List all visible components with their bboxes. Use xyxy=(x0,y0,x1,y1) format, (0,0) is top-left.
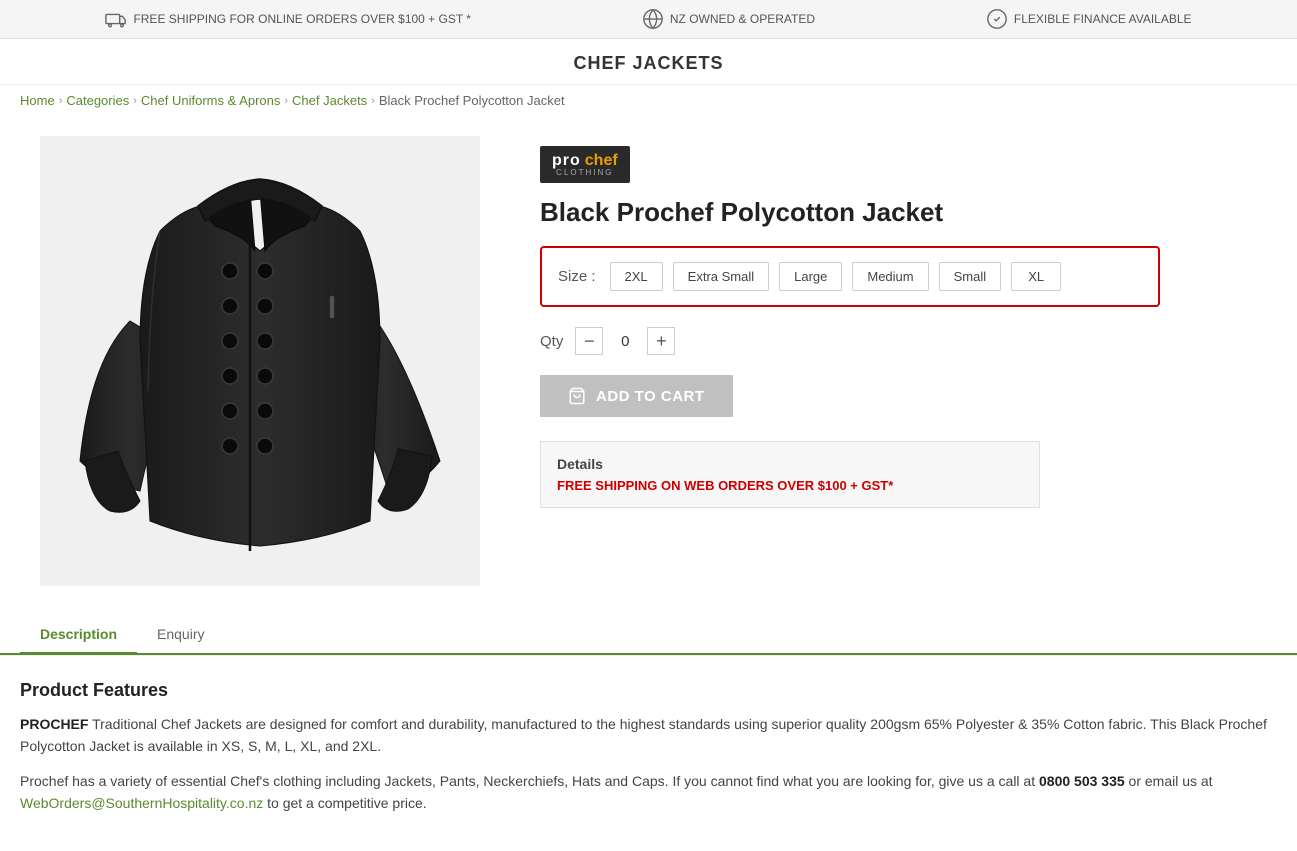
para1-rest: Traditional Chef Jackets are designed fo… xyxy=(20,716,1267,754)
size-label: Size : xyxy=(558,268,596,285)
tabs-row: Description Enquiry xyxy=(0,616,1297,655)
jacket-svg xyxy=(50,141,470,581)
qty-value: 0 xyxy=(615,333,635,350)
globe-icon xyxy=(642,8,664,30)
truck-icon xyxy=(105,8,127,30)
brand-clothing: CLOTHING xyxy=(552,168,618,177)
breadcrumb-categories[interactable]: Categories xyxy=(66,93,129,108)
para2-mid: or email us at xyxy=(1125,773,1213,789)
para2-email[interactable]: WebOrders@SouthernHospitality.co.nz xyxy=(20,795,263,811)
sep3: › xyxy=(284,95,288,107)
size-btn-xl[interactable]: XL xyxy=(1011,262,1061,291)
details-shipping-text: FREE SHIPPING ON WEB ORDERS OVER $100 + … xyxy=(557,478,1023,493)
size-selector: Size : 2XL Extra Small Large Medium Smal… xyxy=(540,246,1160,307)
size-btn-large[interactable]: Large xyxy=(779,262,842,291)
para2-end: to get a competitive price. xyxy=(263,795,426,811)
para1-bold: PROCHEF xyxy=(20,716,88,732)
size-btn-medium[interactable]: Medium xyxy=(852,262,928,291)
product-image-col xyxy=(20,136,500,586)
sep4: › xyxy=(371,95,375,107)
brand-logo: pro chef CLOTHING xyxy=(540,146,630,183)
tab-description[interactable]: Description xyxy=(20,616,137,655)
qty-minus-button[interactable]: − xyxy=(575,327,603,355)
size-btn-extra-small[interactable]: Extra Small xyxy=(673,262,769,291)
details-box: Details FREE SHIPPING ON WEB ORDERS OVER… xyxy=(540,441,1040,508)
qty-row: Qty − 0 + xyxy=(540,327,1160,355)
tab-enquiry[interactable]: Enquiry xyxy=(137,616,224,655)
page-title-bar: CHEF JACKETS xyxy=(0,39,1297,85)
description-para2: Prochef has a variety of essential Chef'… xyxy=(20,770,1277,815)
qty-label: Qty xyxy=(540,333,563,350)
description-section: Product Features PROCHEF Traditional Che… xyxy=(0,655,1297,851)
description-para1: PROCHEF Traditional Chef Jackets are des… xyxy=(20,713,1277,758)
finance-item: FLEXIBLE FINANCE AVAILABLE xyxy=(986,8,1192,30)
details-title: Details xyxy=(557,456,1023,472)
para2-intro: Prochef has a variety of essential Chef'… xyxy=(20,773,1039,789)
breadcrumb-home[interactable]: Home xyxy=(20,93,55,108)
product-image xyxy=(40,136,480,586)
shipping-item: FREE SHIPPING FOR ONLINE ORDERS OVER $10… xyxy=(105,8,471,30)
size-btn-2xl[interactable]: 2XL xyxy=(610,262,663,291)
para2-phone: 0800 503 335 xyxy=(1039,773,1125,789)
check-circle-icon xyxy=(986,8,1008,30)
nz-owned-text: NZ OWNED & OPERATED xyxy=(670,12,815,26)
qty-plus-button[interactable]: + xyxy=(647,327,675,355)
top-bar: FREE SHIPPING FOR ONLINE ORDERS OVER $10… xyxy=(0,0,1297,39)
page-title: CHEF JACKETS xyxy=(0,53,1297,74)
product-title: Black Prochef Polycotton Jacket xyxy=(540,197,1160,228)
breadcrumb: Home › Categories › Chef Uniforms & Apro… xyxy=(0,85,1297,116)
nz-owned-item: NZ OWNED & OPERATED xyxy=(642,8,815,30)
sep2: › xyxy=(133,95,137,107)
breadcrumb-current: Black Prochef Polycotton Jacket xyxy=(379,93,565,108)
size-btn-small[interactable]: Small xyxy=(939,262,1002,291)
product-features-title: Product Features xyxy=(20,680,1277,701)
product-area: pro chef CLOTHING Black Prochef Polycott… xyxy=(0,116,1200,606)
finance-text: FLEXIBLE FINANCE AVAILABLE xyxy=(1014,12,1192,26)
sep1: › xyxy=(59,95,63,107)
add-to-cart-label: ADD TO CART xyxy=(596,388,705,405)
product-details-col: pro chef CLOTHING Black Prochef Polycott… xyxy=(540,136,1160,586)
cart-icon xyxy=(568,387,586,405)
breadcrumb-chef-uniforms[interactable]: Chef Uniforms & Aprons xyxy=(141,93,280,108)
shipping-text: FREE SHIPPING FOR ONLINE ORDERS OVER $10… xyxy=(133,12,471,26)
breadcrumb-chef-jackets[interactable]: Chef Jackets xyxy=(292,93,367,108)
add-to-cart-button[interactable]: ADD TO CART xyxy=(540,375,733,417)
